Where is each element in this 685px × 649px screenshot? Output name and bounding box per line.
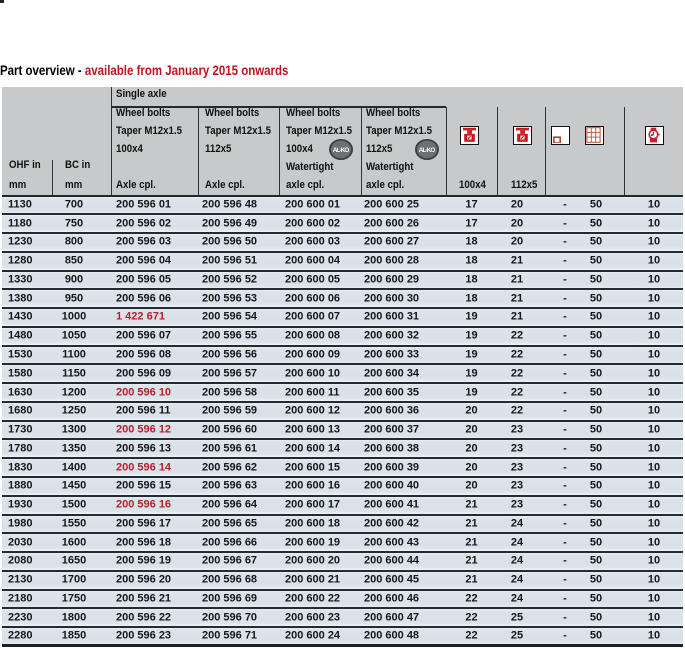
svg-text:AL-KO: AL-KO bbox=[333, 147, 350, 154]
svg-text:AL-KO: AL-KO bbox=[418, 147, 435, 154]
